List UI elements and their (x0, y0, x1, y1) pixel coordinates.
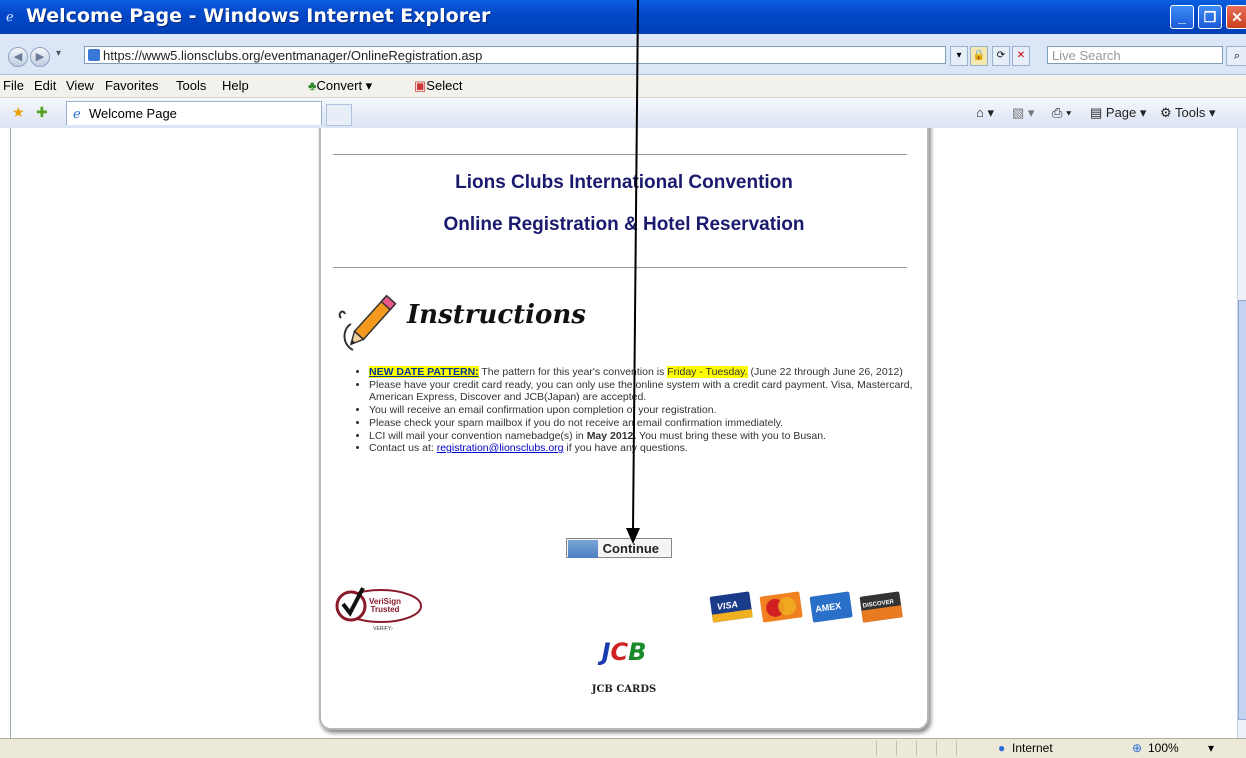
menu-tools[interactable]: Tools (176, 78, 206, 93)
window-title: Welcome Page - Windows Internet Explorer (26, 5, 491, 27)
select-icon: ▣ (414, 78, 427, 93)
recent-pages-icon[interactable]: ▾ (56, 48, 61, 59)
instructions-title: Instructions (407, 300, 586, 330)
vertical-scrollbar[interactable] (1237, 128, 1246, 738)
list-item: You will receive an email confirmation u… (369, 404, 929, 417)
add-favorite-icon[interactable]: ✚ (36, 104, 48, 121)
convert-label: Convert (316, 78, 363, 93)
pencil-icon (338, 294, 397, 351)
close-button[interactable]: ✕ (1226, 5, 1246, 29)
jcb-caption: JCB CARDS (591, 684, 657, 695)
new-tab-button[interactable] (326, 104, 352, 126)
menu-file[interactable]: File (3, 78, 24, 93)
status-divider (876, 741, 877, 756)
status-bar: ● Internet ⊕ 100% ▾ (0, 738, 1246, 758)
tab-welcome-page[interactable]: ℯ Welcome Page (66, 101, 322, 125)
left-frame-border (0, 128, 11, 738)
security-zone: Internet (1012, 741, 1053, 755)
select-label: Select (426, 78, 463, 93)
stop-icon[interactable]: ✕ (1012, 46, 1030, 66)
favorites-star-icon[interactable]: ★ (12, 104, 25, 121)
bullet-text: LCI will mail your convention namebadge(… (369, 429, 587, 442)
divider-bottom (333, 267, 907, 268)
svg-text:VERIFY›: VERIFY› (373, 626, 393, 632)
minimize-button[interactable]: _ (1170, 5, 1194, 29)
page-menu-label: Page (1105, 105, 1137, 120)
search-icon[interactable]: ⌕ (1226, 46, 1246, 66)
zoom-level[interactable]: 100% (1148, 741, 1179, 755)
continue-button[interactable]: Continue (566, 538, 672, 558)
back-icon[interactable]: ◀ (8, 47, 28, 67)
menu-help[interactable]: Help (222, 78, 249, 93)
menu-view[interactable]: View (66, 78, 94, 93)
lock-icon[interactable]: 🔒 (970, 46, 988, 66)
instructions-list: NEW DATE PATTERN: The pattern for this y… (351, 366, 929, 455)
list-item: NEW DATE PATTERN: The pattern for this y… (369, 366, 929, 379)
list-item: Please have your credit card ready, you … (369, 379, 929, 404)
bullet-text: if you have any questions. (563, 442, 688, 455)
url-dropdown-icon[interactable]: ▾ (950, 46, 968, 66)
status-divider (956, 741, 957, 756)
zoom-icon[interactable]: ⊕ (1132, 741, 1142, 755)
contact-email-link[interactable]: registration@lionsclubs.org (437, 442, 564, 454)
credit-card-logos: VISA AMEX DISCOVER (709, 591, 903, 623)
registration-panel: Lions Clubs International Convention Onl… (319, 128, 929, 730)
page-icon (88, 49, 100, 61)
date-pattern-highlight: Friday - Tuesday. (667, 366, 748, 378)
search-placeholder: Live Search (1052, 48, 1121, 63)
tab-bar: ★ ✚ ℯ Welcome Page ⌂ ▾ ▧ ▾ ⎙ ▾ ▤ Page ▾ … (0, 98, 1246, 129)
list-item: Please check your spam mailbox if you do… (369, 417, 929, 430)
bullet-text: Contact us at: (369, 442, 437, 455)
continue-arrow-icon (568, 540, 598, 558)
scrollbar-thumb[interactable] (1238, 300, 1246, 720)
internet-zone-icon: ● (998, 741, 1006, 755)
divider-top (333, 154, 907, 155)
address-bar: ◀ ▶ ▾ https://www5.lionsclubs.org/eventm… (0, 34, 1246, 75)
jcb-logo: JCB (601, 638, 647, 666)
verisign-seal[interactable]: VeriSign Trusted VERIFY› (333, 580, 425, 632)
home-icon[interactable]: ⌂ ▾ (976, 105, 994, 121)
bullet-text: You must bring these with you to Busan. (636, 429, 827, 442)
tab-label: Welcome Page (89, 106, 177, 121)
select-button[interactable]: ▣Select (414, 78, 462, 94)
new-date-pattern-label: NEW DATE PATTERN: (369, 366, 479, 378)
zoom-dropdown-icon[interactable]: ▾ (1208, 741, 1214, 755)
page-heading-convention: Lions Clubs International Convention (455, 172, 793, 193)
tools-menu-button[interactable]: ⚙ Tools ▾ (1160, 105, 1216, 121)
status-divider (896, 741, 897, 756)
status-divider (916, 741, 917, 756)
list-item: LCI will mail your convention namebadge(… (369, 430, 929, 443)
list-item: Contact us at: registration@lionsclubs.o… (369, 442, 929, 455)
print-icon[interactable]: ⎙ ▾ (1052, 105, 1071, 121)
page-viewport: Lions Clubs International Convention Onl… (0, 128, 1237, 738)
menu-edit[interactable]: Edit (34, 78, 56, 93)
ie-icon: ℯ (6, 9, 14, 24)
maximize-button[interactable]: ❐ (1198, 5, 1222, 29)
convert-icon: ♣ (308, 78, 317, 93)
menu-bar: File Edit View Favorites Tools Help ♣Con… (0, 75, 1246, 98)
search-input[interactable]: Live Search (1047, 46, 1223, 64)
page-menu-button[interactable]: ▤ Page ▾ (1090, 105, 1146, 121)
convert-button[interactable]: ♣Convert ▾ (308, 78, 372, 94)
continue-label: Continue (602, 541, 659, 556)
refresh-icon[interactable]: ⟳ (992, 46, 1010, 66)
bullet-text: (June 22 through June 26, 2012) (747, 366, 903, 378)
page-heading-registration: Online Registration & Hotel Reservation (443, 214, 805, 235)
menu-favorites[interactable]: Favorites (105, 78, 158, 93)
url-input[interactable]: https://www5.lionsclubs.org/eventmanager… (84, 46, 946, 64)
window-titlebar: ℯ Welcome Page - Windows Internet Explor… (0, 0, 1246, 34)
forward-icon[interactable]: ▶ (30, 47, 50, 67)
namebadge-date: May 2012. (586, 429, 637, 442)
status-divider (936, 741, 937, 756)
url-text: https://www5.lionsclubs.org/eventmanager… (103, 48, 483, 63)
feeds-icon[interactable]: ▧ ▾ (1012, 105, 1034, 121)
tab-ie-icon: ℯ (73, 106, 81, 121)
bullet-text: The pattern for this year's convention i… (478, 366, 668, 378)
svg-text:Trusted: Trusted (371, 605, 400, 614)
tools-menu-label: Tools (1175, 105, 1206, 120)
